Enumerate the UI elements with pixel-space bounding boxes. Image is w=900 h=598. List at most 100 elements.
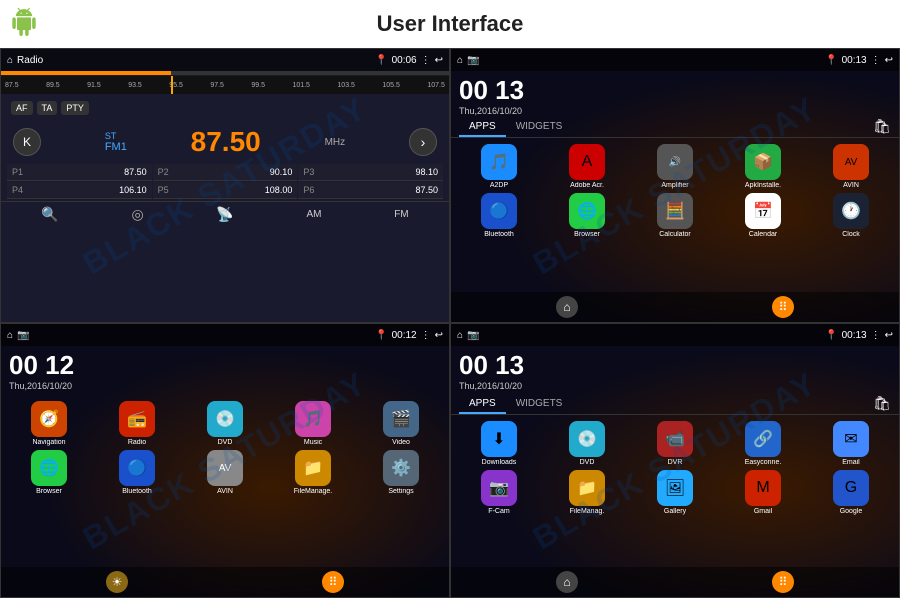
app-music[interactable]: 🎵 Music: [271, 401, 355, 446]
app-dvr[interactable]: 📹 DVR: [633, 421, 717, 466]
menu-icon-2[interactable]: ⋮: [871, 55, 881, 66]
app-google[interactable]: G Google: [809, 470, 893, 515]
filemanager-icon: 📁: [295, 450, 331, 486]
home-time: 00:12: [392, 330, 417, 341]
preset-6[interactable]: P6 87.50: [298, 182, 443, 199]
app-navigation[interactable]: 🧭 Navigation: [7, 401, 91, 446]
home-icon-4[interactable]: ⌂: [457, 330, 463, 341]
home-row1: 🧭 Navigation 📻 Radio 💿 DVD 🎵 Music 🎬 Vid…: [1, 395, 449, 448]
app-dvd2[interactable]: 💿 DVD: [545, 421, 629, 466]
app-filemanag2[interactable]: 📁 FileManag.: [545, 470, 629, 515]
location-icon: 📍: [375, 55, 387, 66]
antenna-icon[interactable]: 📡: [216, 206, 233, 223]
freq-scale: 87.589.591.593.5 95.597.599.5101.5 103.5…: [5, 82, 445, 89]
app-calculator[interactable]: 🧮 Calculator: [633, 193, 717, 238]
radio-freq-bar[interactable]: 87.589.591.593.5 95.597.599.5101.5 103.5…: [1, 76, 449, 94]
apps-top-time: 00:13: [842, 55, 867, 66]
avin2-icon: AV: [207, 450, 243, 486]
apps-top-tabs: APPS WIDGETS 🛍: [451, 118, 899, 138]
app-apkinstaller[interactable]: 📦 ApkInstalle.: [721, 144, 805, 189]
home-icon-3[interactable]: ⌂: [7, 330, 13, 341]
dock-home[interactable]: ⌂: [556, 296, 578, 318]
app-adobe[interactable]: A Adobe Acr.: [545, 144, 629, 189]
home-dock: ☀ ⠿: [1, 567, 449, 597]
menu-icon-4[interactable]: ⋮: [871, 330, 881, 341]
app-email[interactable]: ✉ Email: [809, 421, 893, 466]
dock-apps[interactable]: ⠿: [772, 296, 794, 318]
store-icon[interactable]: 🛍: [873, 118, 891, 137]
gallery-label: Gallery: [664, 508, 686, 515]
home-time-block: 00 12 Thu,2016/10/20: [1, 346, 449, 395]
dock-apps-home[interactable]: ⠿: [322, 571, 344, 593]
app-filemanager[interactable]: 📁 FileManage.: [271, 450, 355, 495]
fm-label[interactable]: FM: [394, 209, 408, 220]
back-icon-2[interactable]: ↩: [885, 55, 893, 66]
ta-button[interactable]: TA: [37, 101, 58, 115]
menu-icon[interactable]: ⋮: [421, 55, 431, 66]
app-a2dp[interactable]: 🎵 A2DP: [457, 144, 541, 189]
app-calendar[interactable]: 📅 Calendar: [721, 193, 805, 238]
cam-icon-3: 📷: [17, 330, 29, 341]
eq-icon[interactable]: ◎: [131, 206, 143, 223]
app-downloads[interactable]: ⬇ Downloads: [457, 421, 541, 466]
app-amplifier[interactable]: 🔊 Amplifier: [633, 144, 717, 189]
cam-icon-4: 📷: [467, 330, 479, 341]
apps-bottom-time-block: 00 13 Thu,2016/10/20: [451, 346, 899, 395]
back-icon-4[interactable]: ↩: [885, 330, 893, 341]
calendar-icon: 📅: [745, 193, 781, 229]
app-bluetooth[interactable]: 🔵 Bluetooth: [457, 193, 541, 238]
filemanager-label: FileManage.: [294, 488, 333, 495]
home-icon-2[interactable]: ⌂: [457, 55, 463, 66]
back-icon[interactable]: ↩: [435, 55, 443, 66]
dock-apps-2[interactable]: ⠿: [772, 571, 794, 593]
apkinstaller-label: ApkInstalle.: [745, 182, 781, 189]
store-icon-2[interactable]: 🛍: [873, 395, 891, 414]
preset-4[interactable]: P4 106.10: [7, 182, 152, 199]
bluetooth-icon: 🔵: [481, 193, 517, 229]
tab-apps-bottom[interactable]: APPS: [459, 395, 506, 414]
app-dvd[interactable]: 💿 DVD: [183, 401, 267, 446]
back-icon-3[interactable]: ↩: [435, 330, 443, 341]
app-browser[interactable]: 🌐 Browser: [545, 193, 629, 238]
gmail-icon: M: [745, 470, 781, 506]
tab-widgets-top[interactable]: WIDGETS: [506, 118, 573, 137]
radio-main: K ST FM1 87.50 MHz ›: [1, 122, 449, 162]
tab-apps-top[interactable]: APPS: [459, 118, 506, 137]
app-fcam[interactable]: 📷 F-Cam: [457, 470, 541, 515]
filemanag2-label: FileManag.: [570, 508, 605, 515]
pty-button[interactable]: PTY: [61, 101, 89, 115]
tab-widgets-bottom[interactable]: WIDGETS: [506, 395, 573, 414]
app-browser2[interactable]: 🌐 Browser: [7, 450, 91, 495]
dock-home-2[interactable]: ⌂: [556, 571, 578, 593]
apps-top-dock: ⌂ ⠿: [451, 292, 899, 322]
app-gallery[interactable]: 🖼 Gallery: [633, 470, 717, 515]
app-video[interactable]: 🎬 Video: [359, 401, 443, 446]
preset-2[interactable]: P2 90.10: [153, 164, 298, 181]
app-clock[interactable]: 🕐 Clock: [809, 193, 893, 238]
af-button[interactable]: AF: [11, 101, 33, 115]
fcam-label: F-Cam: [488, 508, 509, 515]
radio-next-button[interactable]: ›: [409, 128, 437, 156]
radio-status-bar: ⌂ Radio 📍 00:06 ⋮ ↩: [1, 49, 449, 71]
app-radio[interactable]: 📻 Radio: [95, 401, 179, 446]
home-icon[interactable]: ⌂: [7, 55, 13, 66]
app-avin2[interactable]: AV AVIN: [183, 450, 267, 495]
dvd-label: DVD: [218, 439, 233, 446]
dock-sun[interactable]: ☀: [106, 571, 128, 593]
browser2-icon: 🌐: [31, 450, 67, 486]
am-label[interactable]: AM: [307, 209, 322, 220]
search-icon[interactable]: 🔍: [41, 206, 58, 223]
app-bluetooth2[interactable]: 🔵 Bluetooth: [95, 450, 179, 495]
app-settings[interactable]: ⚙️ Settings: [359, 450, 443, 495]
preset-1[interactable]: P1 87.50: [7, 164, 152, 181]
app-avin[interactable]: AV AVIN: [809, 144, 893, 189]
menu-icon-3[interactable]: ⋮: [421, 330, 431, 341]
location-icon-3: 📍: [375, 330, 387, 341]
preset-5[interactable]: P5 108.00: [153, 182, 298, 199]
app-easyconn[interactable]: 🔗 Easyconne.: [721, 421, 805, 466]
preset-3[interactable]: P3 98.10: [298, 164, 443, 181]
radio-prev-button[interactable]: K: [13, 128, 41, 156]
settings-label: Settings: [388, 488, 413, 495]
app-gmail[interactable]: M Gmail: [721, 470, 805, 515]
a2dp-label: A2DP: [490, 182, 508, 189]
